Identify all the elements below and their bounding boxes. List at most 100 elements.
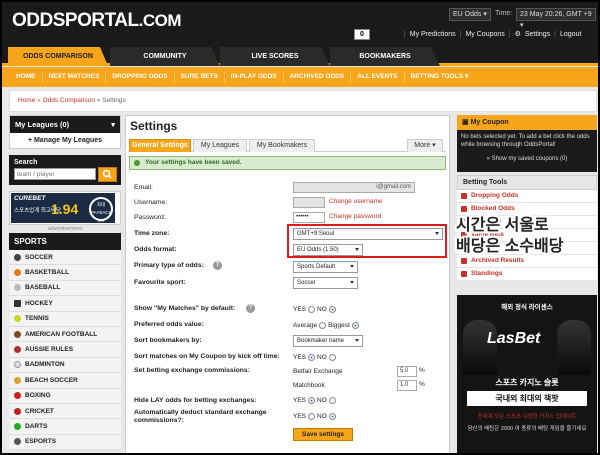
- manage-leagues-link[interactable]: + Manage My Leagues: [10, 133, 120, 148]
- sport-tennis[interactable]: TENNIS: [9, 311, 121, 327]
- subnav-sure-bets[interactable]: SURE BETS: [175, 72, 225, 82]
- settings-link[interactable]: Settings: [525, 31, 550, 38]
- subnav-betting-tools[interactable]: BETTING TOOLS ▾: [405, 72, 475, 82]
- sport-baseball[interactable]: BASEBALL: [9, 280, 121, 297]
- breadcrumb-home[interactable]: Home: [18, 97, 35, 104]
- sport-hockey[interactable]: HOCKEY: [9, 296, 121, 312]
- tab-my-bookmakers[interactable]: My Bookmakers: [249, 139, 315, 152]
- my-coupons-link[interactable]: My Coupons: [465, 31, 504, 38]
- player-image-right: [557, 320, 591, 375]
- password-field[interactable]: ••••••: [293, 212, 325, 223]
- radio-no[interactable]: [328, 306, 336, 313]
- coupon-icon: ▣: [462, 119, 471, 126]
- top-header: ODDSPORTAL.COM EU Odds ▾ Time: 23 May 20…: [2, 2, 598, 44]
- my-leagues-header[interactable]: My Leagues (0) ▾: [10, 116, 120, 133]
- commissions-label: Set betting exchange commissions:: [134, 367, 250, 374]
- curebet-ad[interactable]: CUREBET 스포츠업계 최고배당 1.94 최대 PAYBACK 5%: [9, 191, 121, 225]
- primary-odds-select[interactable]: Sports Default: [293, 261, 358, 273]
- ad-badge: 최대 PAYBACK 5%: [89, 197, 113, 223]
- save-settings-button[interactable]: Save settings: [293, 428, 353, 441]
- soccer-ball-icon: [14, 253, 21, 261]
- sport-cricket[interactable]: CRICKET: [9, 403, 121, 420]
- help-icon[interactable]: ?: [246, 304, 255, 313]
- show-matches-radio: YES NO: [293, 306, 336, 313]
- logout-link[interactable]: Logout: [560, 31, 581, 38]
- time-select[interactable]: 23 May 20:26, GMT +9 ▾: [516, 8, 596, 29]
- aussie-rules-icon: [14, 346, 21, 354]
- sport-boxing[interactable]: BOXING: [9, 388, 121, 404]
- beach-soccer-icon: [14, 376, 21, 384]
- radio-yes[interactable]: [308, 397, 316, 404]
- search-input[interactable]: [14, 168, 96, 180]
- subnav-next-matches[interactable]: NEXT MATCHES: [43, 72, 107, 82]
- primary-odds-label: Primary type of odds:: [134, 262, 204, 269]
- sub-nav: HOME NEXT MATCHES DROPPING ODDS SURE BET…: [2, 67, 598, 87]
- matchbook-commission-input[interactable]: 1.0: [397, 380, 417, 391]
- my-predictions-link[interactable]: My Predictions: [410, 31, 456, 38]
- tab-community[interactable]: COMMUNITY: [110, 47, 220, 66]
- change-username-link[interactable]: Change username: [329, 198, 382, 205]
- radio-yes[interactable]: [308, 306, 316, 313]
- username-field: [293, 197, 325, 208]
- ad-line-bet: 당신의 배팅은 2000 여 종류의 배팅 게임을 즐기세요: [467, 426, 587, 432]
- tab-bookmakers[interactable]: BOOKMAKERS: [330, 47, 440, 66]
- subnav-dropping-odds[interactable]: DROPPING ODDS: [106, 72, 175, 82]
- saved-coupons-link[interactable]: » Show my saved coupons (0): [457, 156, 597, 162]
- sport-beach-soccer[interactable]: BEACH SOCCER: [9, 373, 121, 389]
- sport-soccer[interactable]: SOCCER: [9, 250, 121, 266]
- radio-yes[interactable]: [308, 413, 316, 420]
- logo-suffix: .COM: [138, 11, 182, 30]
- radio-average[interactable]: [319, 322, 327, 329]
- subnav-archived-odds[interactable]: ARCHIVED ODDS: [284, 72, 352, 82]
- settings-panel: Settings General Settings My Leagues My …: [125, 115, 450, 453]
- radio-no[interactable]: [328, 413, 336, 420]
- username-label: Username:: [134, 199, 168, 206]
- radio-yes[interactable]: [308, 354, 316, 361]
- ad-line-games: 스포츠 카지노 슬롯: [495, 378, 559, 387]
- subnav-in-play-odds[interactable]: IN-PLAY ODDS: [225, 72, 284, 82]
- darts-icon: [14, 422, 21, 430]
- coupon-counter[interactable]: 0: [354, 28, 370, 40]
- sport-american-football[interactable]: AMERICAN FOOTBALL: [9, 326, 121, 343]
- subnav-home[interactable]: HOME: [10, 72, 43, 82]
- basketball-icon: [14, 269, 21, 277]
- tennis-ball-icon: [14, 315, 21, 323]
- favourite-sport-select[interactable]: Soccer: [293, 277, 358, 289]
- sport-darts[interactable]: DARTS: [9, 419, 121, 435]
- preferred-odds-radio: Average Biggest: [293, 322, 359, 329]
- sports-list: SOCCER BASKETBALL BASEBALL HOCKEY TENNIS…: [9, 250, 121, 451]
- sport-basketball[interactable]: BASKETBALL: [9, 265, 121, 281]
- tab-more[interactable]: More ▾: [407, 139, 443, 152]
- sport-badminton[interactable]: BADMINTON: [9, 357, 121, 374]
- coupon-text: No bets selected yet. To add a bet click…: [461, 134, 590, 148]
- deduct-commission-radio: YES NO: [293, 413, 336, 420]
- settings-tabs: General Settings My Leagues My Bookmaker…: [129, 139, 446, 152]
- my-coupon-header[interactable]: ▣ My Coupon: [457, 115, 597, 130]
- tab-odds-comparison[interactable]: ODDS COMPARISON: [8, 47, 108, 66]
- my-leagues-box: My Leagues (0) ▾ + Manage My Leagues: [9, 115, 121, 149]
- subnav-all-events[interactable]: ALL EVENTS: [351, 72, 405, 82]
- lasbet-ad[interactable]: 해외 정식 라이센스 LasBet 스포츠 카지노 슬롯 국내외 최대의 잭팟 …: [457, 295, 597, 453]
- radio-biggest[interactable]: [351, 322, 359, 329]
- search-button[interactable]: [98, 167, 117, 182]
- sort-bookmakers-select[interactable]: Bookmaker name: [293, 335, 363, 347]
- main-nav: ODDS COMPARISON COMMUNITY LIVE SCORES BO…: [2, 44, 598, 66]
- change-password-link[interactable]: Change password: [329, 213, 381, 220]
- radio-no[interactable]: [328, 354, 336, 361]
- annotation-text: 시간은 서울로 배당은 소수배당: [456, 215, 598, 275]
- radio-no[interactable]: [328, 397, 336, 404]
- sport-aussie-rules[interactable]: AUSSIE RULES: [9, 342, 121, 358]
- chevron-down-icon: ▾: [111, 120, 115, 129]
- odds-format-select[interactable]: EU Odds ▾: [449, 8, 491, 21]
- tab-general-settings[interactable]: General Settings: [129, 139, 191, 152]
- help-icon[interactable]: ?: [213, 261, 222, 270]
- betfair-commission-input[interactable]: 5.0: [397, 366, 417, 377]
- ad-value: 1.94: [51, 201, 79, 217]
- odds-format-label: Odds format:: [134, 246, 177, 253]
- tab-live-scores[interactable]: LIVE SCORES: [220, 47, 330, 66]
- breadcrumb-odds-comparison[interactable]: Odds Comparison: [43, 97, 95, 104]
- sport-esports[interactable]: ESPORTS: [9, 434, 121, 451]
- tool-dropping-odds[interactable]: Dropping Odds: [457, 190, 597, 203]
- oddsportal-logo[interactable]: ODDSPORTAL.COM: [12, 10, 181, 32]
- tab-my-leagues[interactable]: My Leagues: [193, 139, 247, 152]
